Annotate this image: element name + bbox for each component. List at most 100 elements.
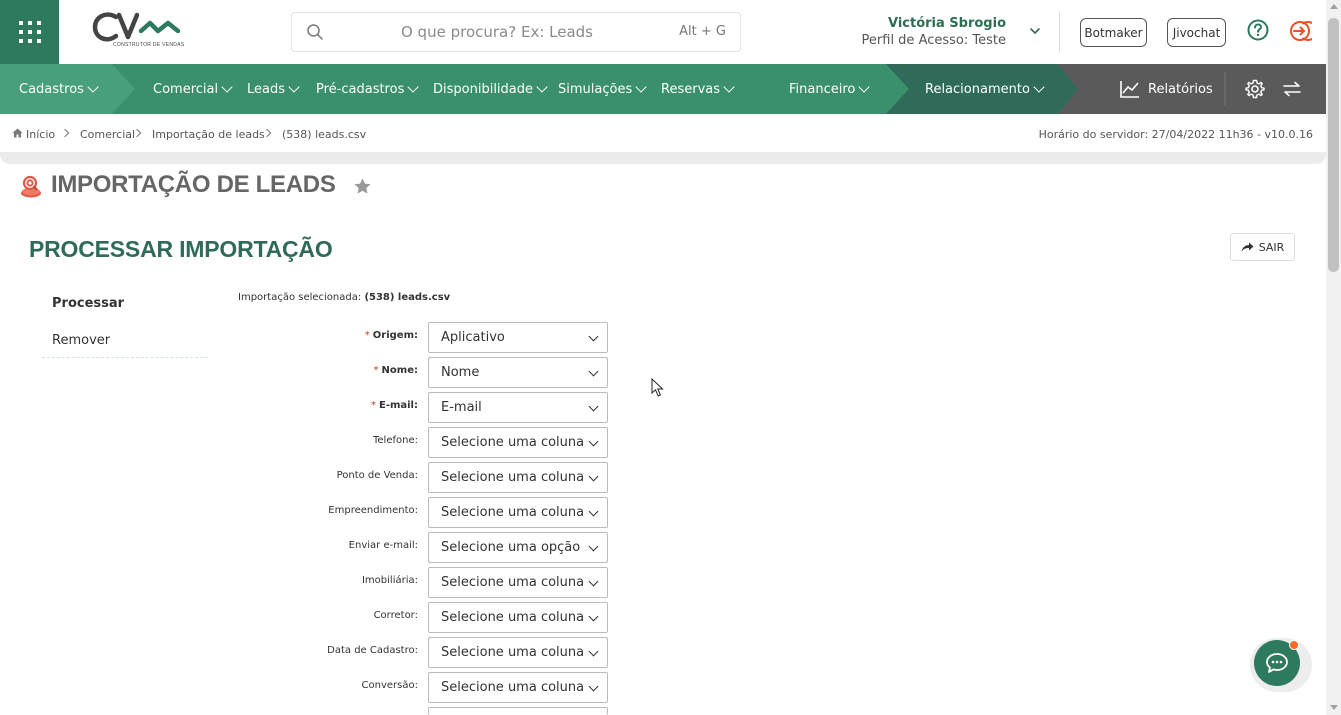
field-label-imobiliaria: Imobiliária: [361, 575, 418, 586]
breadcrumb-importacao[interactable]: Importação de leads [152, 128, 265, 141]
field-label-email: * E-mail: [370, 400, 418, 411]
nav-disponibilidade[interactable]: Disponibilidade [433, 64, 548, 114]
chevron-right-icon [60, 128, 70, 138]
chevron-down-icon [87, 81, 99, 93]
chevron-down-icon [588, 401, 599, 412]
top-header: CONSTRUTOR DE VENDAS Alt + G Victória Sb… [0, 0, 1326, 64]
nav-comercial[interactable]: Comercial [153, 64, 233, 114]
nav-relatorios[interactable]: Relatórios [1120, 64, 1213, 114]
side-item-remover[interactable]: Remover [52, 333, 110, 348]
chevron-down-icon [635, 81, 647, 93]
chat-icon [1266, 653, 1288, 673]
exit-button[interactable]: SAIR [1230, 233, 1295, 261]
exit-label: SAIR [1258, 240, 1285, 254]
select-email[interactable]: E-mail [428, 392, 608, 423]
nav-label: Financeiro [789, 81, 856, 97]
nav-label: Comercial [153, 81, 219, 97]
scroll-down-icon[interactable] [1330, 705, 1338, 710]
nav-label: Cadastros [19, 81, 84, 97]
nav-label: Relacionamento [925, 81, 1030, 97]
search-shortcut-hint: Alt + G [679, 24, 726, 39]
select-imobiliaria[interactable]: Selecione uma coluna [428, 567, 608, 598]
select-corretor[interactable]: Selecione uma coluna [428, 602, 608, 633]
logout-icon[interactable] [1288, 19, 1312, 43]
chevron-down-icon [588, 436, 599, 447]
search-icon [307, 24, 323, 40]
select-enviar-email[interactable]: Selecione uma opção [428, 532, 608, 563]
field-label-telefone: Telefone: [373, 435, 418, 446]
share-arrow-icon [1241, 242, 1254, 252]
select-ponto-de-venda[interactable]: Selecione uma coluna [428, 462, 608, 493]
nav-label: Leads [247, 81, 286, 97]
nav-simulacoes[interactable]: Simulações [558, 64, 647, 114]
search-input[interactable] [332, 19, 662, 45]
chevron-down-icon [588, 471, 599, 482]
select-conversao[interactable]: Selecione uma coluna [428, 672, 608, 703]
scroll-up-icon[interactable] [1330, 4, 1338, 9]
select-origem[interactable]: Aplicativo [428, 322, 608, 353]
main-nav: Cadastros Comercial Leads Pré-cadastros … [0, 64, 1326, 114]
nav-financeiro[interactable]: Financeiro [789, 64, 871, 114]
header-shadow [0, 152, 1326, 164]
section-title: PROCESSAR IMPORTAÇÃO [29, 236, 333, 262]
nav-cadastros[interactable]: Cadastros [19, 64, 99, 114]
select-value: Selecione uma coluna [441, 610, 585, 625]
page-title: IMPORTAÇÃO DE LEADS [51, 171, 336, 198]
chevron-down-icon [858, 81, 871, 93]
home-icon [12, 128, 23, 138]
select-next-partial[interactable] [428, 707, 608, 715]
field-label-enviar-email: Enviar e-mail: [348, 540, 418, 551]
select-value: Aplicativo [441, 330, 505, 345]
swap-icon[interactable] [1281, 78, 1303, 100]
botmaker-button[interactable]: Botmaker [1080, 18, 1147, 47]
select-telefone[interactable]: Selecione uma coluna [428, 427, 608, 458]
header-divider [1059, 12, 1060, 52]
user-info[interactable]: Victória Sbrogio Perfil de Acesso: Teste [862, 16, 1006, 48]
nav-pre-cadastros[interactable]: Pré-cadastros [316, 64, 420, 114]
select-empreendimento[interactable]: Selecione uma coluna [428, 497, 608, 528]
field-label-nome: * Nome: [373, 365, 418, 376]
chat-notification-badge [1289, 640, 1299, 650]
nav-label: Pré-cadastros [316, 81, 405, 97]
selected-import-info: Importação selecionada: (538) leads.csv [238, 292, 450, 303]
apps-menu-button[interactable] [0, 0, 59, 64]
jivochat-button[interactable]: Jivochat [1167, 18, 1226, 47]
field-label-data-de-cadastro: Data de Cadastro: [327, 645, 418, 656]
chevron-down-icon [588, 506, 599, 517]
side-item-processar[interactable]: Processar [52, 296, 124, 311]
gear-icon[interactable] [1244, 78, 1266, 100]
user-profile: Perfil de Acesso: Teste [861, 33, 1006, 48]
select-value: Selecione uma coluna [441, 645, 585, 660]
nav-label: Reservas [661, 81, 720, 97]
page-title-icon [21, 175, 41, 198]
scrollbar-thumb[interactable] [1328, 18, 1339, 272]
chevron-down-icon [588, 576, 599, 587]
star-icon[interactable] [353, 177, 372, 196]
help-icon[interactable] [1247, 19, 1269, 41]
nav-label: Disponibilidade [433, 81, 534, 97]
select-value: Selecione uma coluna [441, 435, 585, 450]
chevron-down-icon [588, 646, 599, 657]
chevron-down-icon [588, 366, 599, 377]
chevron-down-icon [588, 331, 599, 342]
nav-reservas[interactable]: Reservas [661, 64, 735, 114]
nav-label: Relatórios [1148, 81, 1213, 97]
server-time: Horário do servidor: 27/04/2022 11h36 - … [1038, 128, 1313, 141]
nav-relacionamento[interactable]: Relacionamento [925, 64, 1045, 114]
select-data-de-cadastro[interactable]: Selecione uma coluna [428, 637, 608, 668]
chevron-down-icon [221, 81, 233, 93]
chevron-down-icon [723, 81, 735, 93]
nav-leads[interactable]: Leads [247, 64, 300, 114]
breadcrumb-inicio[interactable]: Início [26, 128, 55, 141]
select-nome[interactable]: Nome [428, 357, 608, 388]
chevron-down-icon [588, 681, 599, 692]
field-label-origem: * Origem: [364, 330, 418, 341]
chevron-down-icon [407, 81, 420, 93]
chevron-down-icon[interactable] [1029, 25, 1041, 37]
select-value: E-mail [441, 400, 482, 415]
search-box[interactable]: Alt + G [291, 12, 741, 52]
select-value: Selecione uma coluna [441, 505, 585, 520]
select-value: Selecione uma coluna [441, 575, 585, 590]
nav-label: Simulações [558, 81, 633, 97]
breadcrumb-comercial[interactable]: Comercial [80, 128, 135, 141]
